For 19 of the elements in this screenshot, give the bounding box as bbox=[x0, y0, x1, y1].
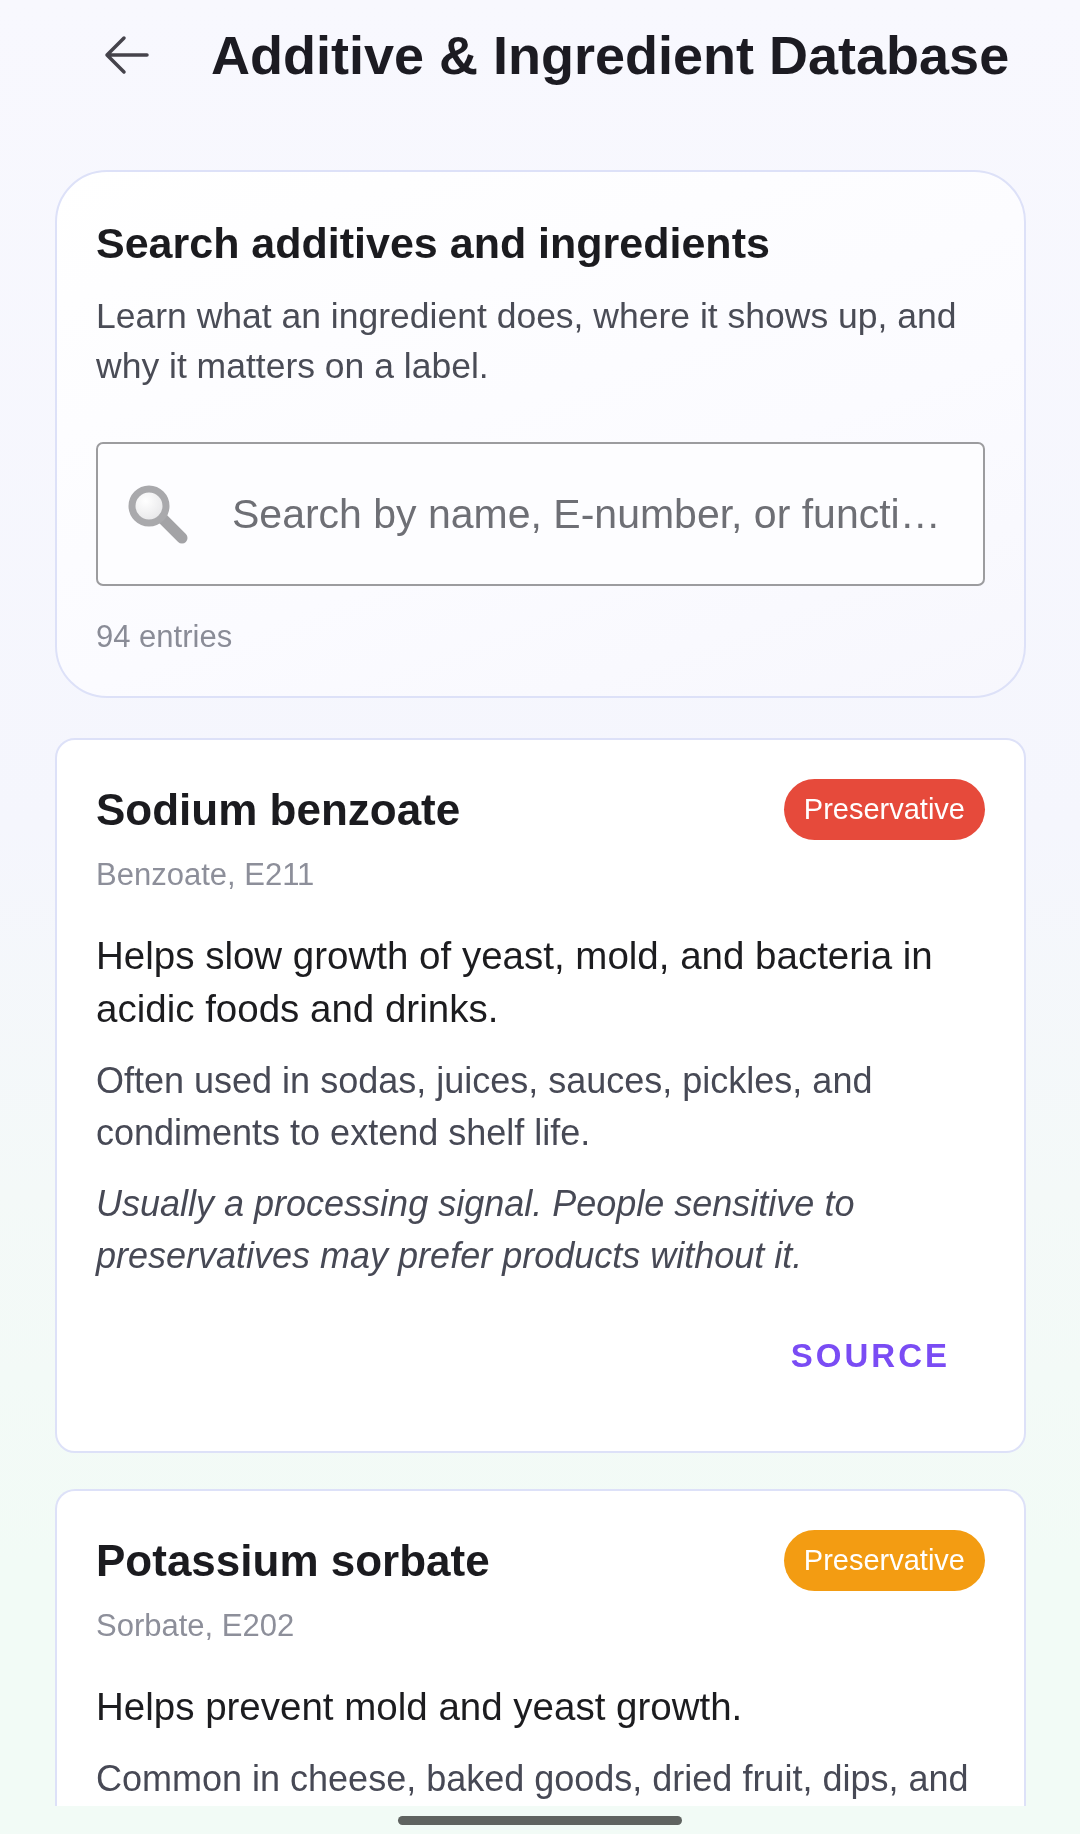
ingredient-description: Helps prevent mold and yeast growth. bbox=[96, 1684, 744, 1730]
back-arrow-icon[interactable] bbox=[103, 35, 149, 75]
usage-text: Often used in sodas, juices, sauces, pickles, and condiments to extend shelf life. bbox=[96, 1059, 874, 1155]
source-link[interactable]: SOURCE bbox=[755, 1312, 985, 1400]
entry-count: 94 entries bbox=[96, 618, 234, 656]
search-icon bbox=[126, 484, 188, 544]
ingredient-aliases: Benzoate, E211 bbox=[96, 856, 316, 894]
usage-text: Common in cheese, baked goods, dried fruit, dips, and bbox=[96, 1757, 970, 1801]
ingredient-name: Potassium sorbate bbox=[96, 1535, 490, 1587]
page-title: Additive & Ingredient Database bbox=[211, 23, 1010, 87]
ingredient-name: Sodium benzoate bbox=[96, 784, 461, 836]
ingredient-description: Helps slow growth of yeast, mold, and bacteria in acidic foods and drinks. bbox=[96, 933, 934, 1032]
category-tag: Preservative bbox=[783, 1530, 985, 1591]
search-card-description: Learn what an ingredient does, where it shows up, and why it matters on a label. bbox=[96, 295, 958, 388]
ingredient-aliases: Sorbate, E202 bbox=[96, 1607, 296, 1645]
search-field[interactable]: Search by name, E-number, or functi… bbox=[96, 442, 985, 586]
search-card-title: Search additives and ingredients bbox=[96, 218, 771, 268]
note-text: Usually a processing signal. People sensitive to preservatives may prefer products without it. bbox=[96, 1182, 856, 1278]
category-tag: Preservative bbox=[783, 779, 985, 840]
